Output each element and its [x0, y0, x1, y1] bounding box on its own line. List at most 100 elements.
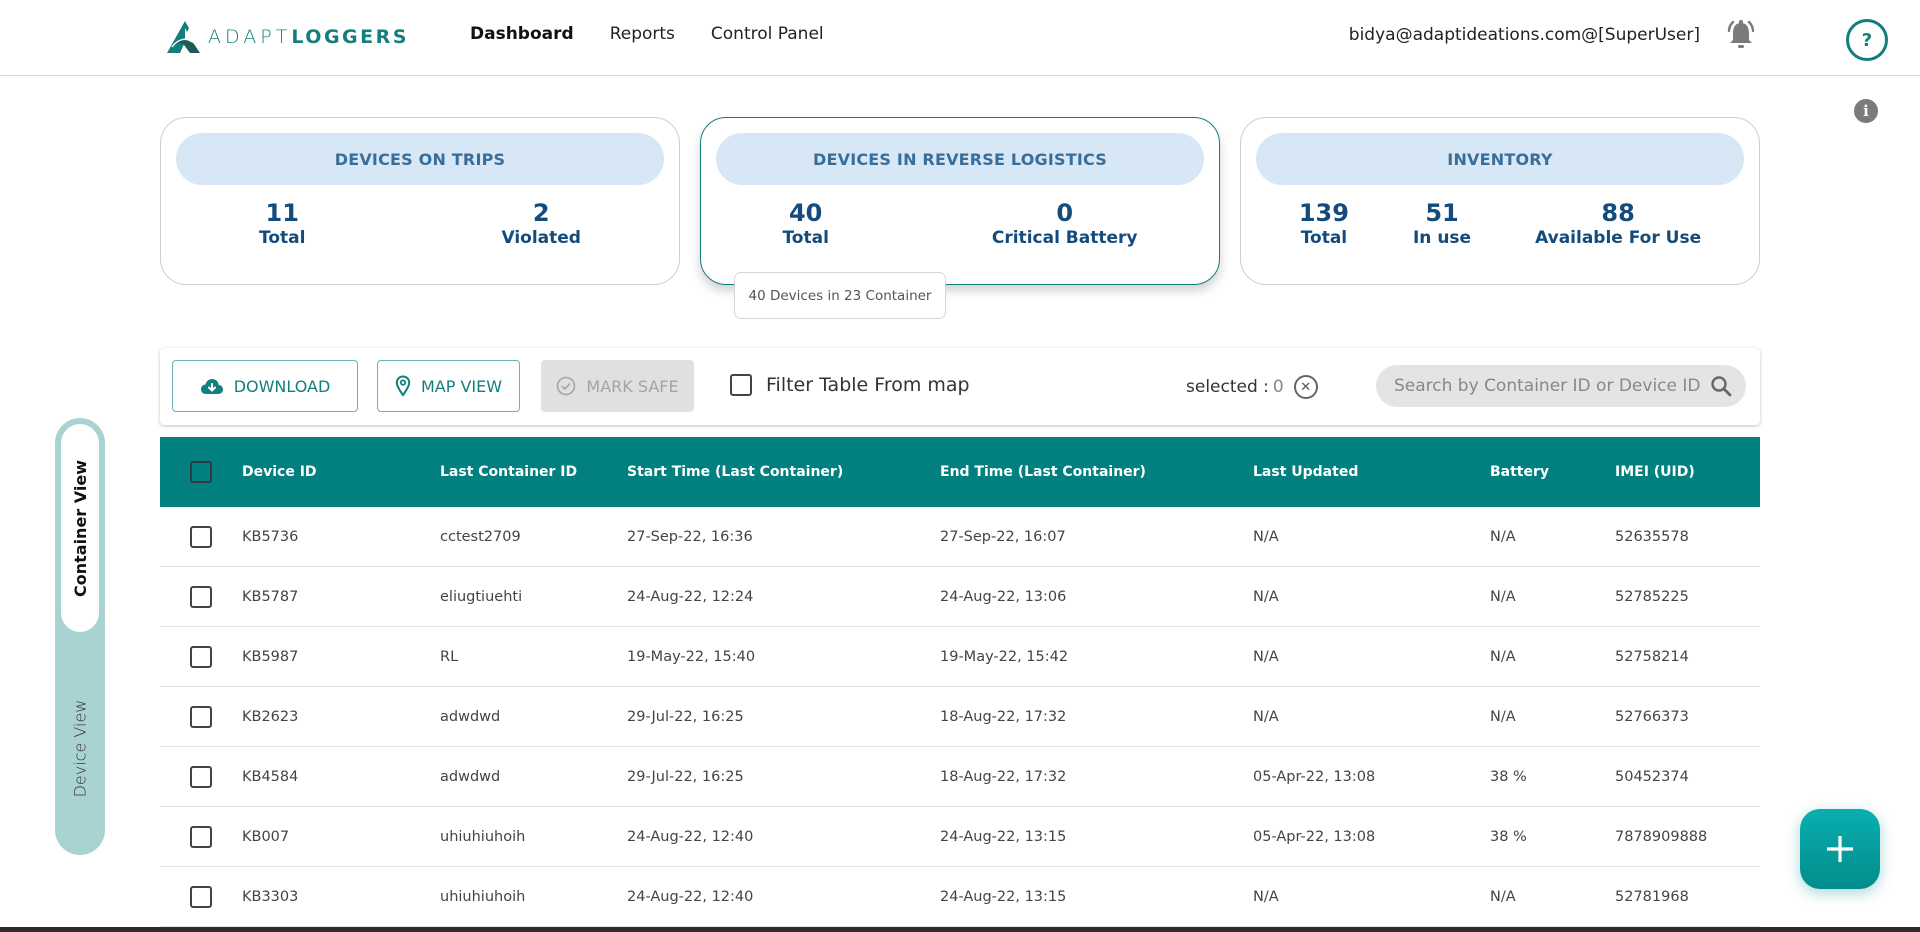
table-toolbar: DOWNLOAD MAP VIEW MARK SAFE Filter Table… [160, 348, 1760, 425]
cell-device-id: KB4584 [242, 768, 299, 785]
row-checkbox[interactable] [190, 885, 212, 908]
cell-imei: 52781968 [1615, 888, 1689, 905]
devices-table: Device ID Last Container ID Start Time (… [160, 437, 1760, 927]
cell-start-time: 29-Jul-22, 16:25 [627, 768, 744, 785]
card-inventory[interactable]: INVENTORY 139 Total 51 In use 88 Availab… [1240, 117, 1760, 285]
row-checkbox[interactable] [190, 525, 212, 548]
card-devices-in-reverse-logistics[interactable]: DEVICES IN REVERSE LOGISTICS 40 Total 0 … [700, 117, 1220, 285]
cell-end-time: 18-Aug-22, 17:32 [940, 708, 1067, 725]
table-row[interactable]: KB5987 RL 19-May-22, 15:40 19-May-22, 15:42… [160, 627, 1760, 687]
cell-start-time: 29-Jul-22, 16:25 [627, 708, 744, 725]
stat-total: 40 Total [782, 199, 828, 249]
cell-battery: 38 % [1490, 768, 1527, 785]
cell-device-id: KB5736 [242, 528, 299, 545]
table-header: Device ID Last Container ID Start Time (… [160, 437, 1760, 507]
stat-label: Critical Battery [991, 228, 1138, 248]
row-checkbox[interactable] [190, 645, 212, 668]
table-row[interactable]: KB4584 adwdwd 29-Jul-22, 16:25 18-Aug-22, 1… [160, 747, 1760, 807]
mark-safe-button[interactable]: MARK SAFE [541, 360, 694, 412]
row-checkbox[interactable] [190, 765, 212, 788]
cell-last-updated: 05-Apr-22, 13:08 [1253, 828, 1376, 845]
checkbox[interactable] [730, 374, 752, 396]
cell-last-container-id: uhiuhiuhoih [440, 888, 526, 905]
column-header-last-updated[interactable]: Last Updated [1253, 464, 1358, 480]
cell-battery: 38 % [1490, 828, 1527, 845]
help-icon: ? [1861, 29, 1873, 51]
table-body: KB5736 cctest2709 27-Sep-22, 16:36 27-Sep-2… [160, 507, 1760, 927]
cell-device-id: KB007 [242, 828, 290, 845]
stat-value: 40 [788, 199, 823, 227]
card-stats: 11 Total 2 Violated [161, 199, 679, 249]
cell-start-time: 24-Aug-22, 12:40 [627, 888, 754, 905]
cell-battery: N/A [1490, 708, 1516, 725]
reverse-logistics-tooltip: 40 Devices in 23 Container [734, 272, 946, 319]
cell-last-updated: N/A [1253, 528, 1279, 545]
user-email[interactable]: bidya@adaptideations.com@[SuperUser] [1349, 25, 1700, 45]
selected-count: 0 [1272, 377, 1284, 397]
cell-last-container-id: RL [440, 648, 459, 665]
stat-value: 2 [532, 199, 550, 227]
brand-name-light: ADAPT [208, 26, 292, 48]
cell-end-time: 24-Aug-22, 13:15 [940, 828, 1067, 845]
card-devices-on-trips[interactable]: DEVICES ON TRIPS 11 Total 2 Violated [160, 117, 680, 285]
card-title: DEVICES ON TRIPS [176, 133, 664, 185]
table-row[interactable]: KB007 uhiuhiuhoih 24-Aug-22, 12:40 24-Aug-2… [160, 807, 1760, 867]
cell-imei: 52635578 [1615, 528, 1689, 545]
map-view-button[interactable]: MAP VIEW [377, 360, 520, 412]
column-header-end-time[interactable]: End Time (Last Container) [940, 464, 1146, 480]
column-header-device-id[interactable]: Device ID [242, 464, 317, 480]
stat-critical-battery: 0 Critical Battery [992, 199, 1138, 249]
selected-counter: selected :0 ✕ [1186, 375, 1318, 399]
card-stats: 40 Total 0 Critical Battery [701, 199, 1219, 249]
stat-total: 11 Total [259, 199, 305, 249]
row-checkbox[interactable] [190, 705, 212, 728]
select-all-checkbox[interactable] [190, 461, 212, 483]
cell-end-time: 24-Aug-22, 13:15 [940, 888, 1067, 905]
map-pin-icon [395, 375, 411, 397]
stat-label: Total [1300, 228, 1348, 248]
card-title: DEVICES IN REVERSE LOGISTICS [716, 133, 1204, 185]
bell-icon[interactable] [1722, 16, 1760, 54]
search-icon[interactable] [1710, 375, 1732, 397]
device-view-label: Device View [70, 699, 90, 797]
cell-last-updated: N/A [1253, 708, 1279, 725]
card-title: INVENTORY [1256, 133, 1744, 185]
cell-last-container-id: adwdwd [440, 768, 501, 785]
cell-start-time: 24-Aug-22, 12:24 [627, 588, 754, 605]
download-button[interactable]: DOWNLOAD [172, 360, 358, 412]
cell-last-updated: N/A [1253, 888, 1279, 905]
column-header-last-container-id[interactable]: Last Container ID [440, 464, 577, 480]
cell-start-time: 27-Sep-22, 16:36 [627, 528, 753, 545]
search-input[interactable] [1394, 376, 1714, 396]
cell-last-updated: N/A [1253, 648, 1279, 665]
brand-logo[interactable]: ADAPT LOGGERS [166, 20, 409, 54]
filter-from-map-checkbox[interactable]: Filter Table From map [730, 374, 970, 396]
plus-icon [1827, 836, 1853, 862]
table-row[interactable]: KB2623 adwdwd 29-Jul-22, 16:25 18-Aug-22, 1… [160, 687, 1760, 747]
stat-available: 88 Available For Use [1535, 199, 1701, 249]
row-checkbox[interactable] [190, 585, 212, 608]
cell-last-container-id: eliugtiuehti [440, 588, 523, 605]
column-header-battery[interactable]: Battery [1490, 464, 1549, 480]
column-header-start-time[interactable]: Start Time (Last Container) [627, 464, 843, 480]
cell-last-updated: 05-Apr-22, 13:08 [1253, 768, 1376, 785]
table-row[interactable]: KB5787 eliugtiuehti 24-Aug-22, 12:24 24-Aug… [160, 567, 1760, 627]
stat-value: 51 [1425, 199, 1459, 227]
table-row[interactable]: KB3303 uhiuhiuhoih 24-Aug-22, 12:40 24-Aug-… [160, 867, 1760, 927]
cell-last-updated: N/A [1253, 588, 1279, 605]
table-row[interactable]: KB5736 cctest2709 27-Sep-22, 16:36 27-Sep-2… [160, 507, 1760, 567]
nav-reports[interactable]: Reports [610, 24, 675, 44]
row-checkbox[interactable] [190, 825, 212, 848]
help-button[interactable]: ? [1846, 19, 1888, 61]
cell-device-id: KB2623 [242, 708, 299, 725]
column-header-imei[interactable]: IMEI (UID) [1615, 464, 1695, 480]
nav-control-panel[interactable]: Control Panel [711, 24, 824, 44]
device-view-tab[interactable]: Device View [61, 648, 99, 848]
info-icon[interactable]: i [1854, 99, 1878, 123]
map-view-label: MAP VIEW [420, 376, 503, 396]
clear-selection-icon[interactable]: ✕ [1293, 375, 1318, 399]
bottom-edge-bar [0, 927, 1920, 932]
container-view-tab[interactable]: Container View [61, 424, 99, 632]
add-button[interactable] [1800, 809, 1880, 889]
nav-dashboard[interactable]: Dashboard [470, 24, 574, 44]
